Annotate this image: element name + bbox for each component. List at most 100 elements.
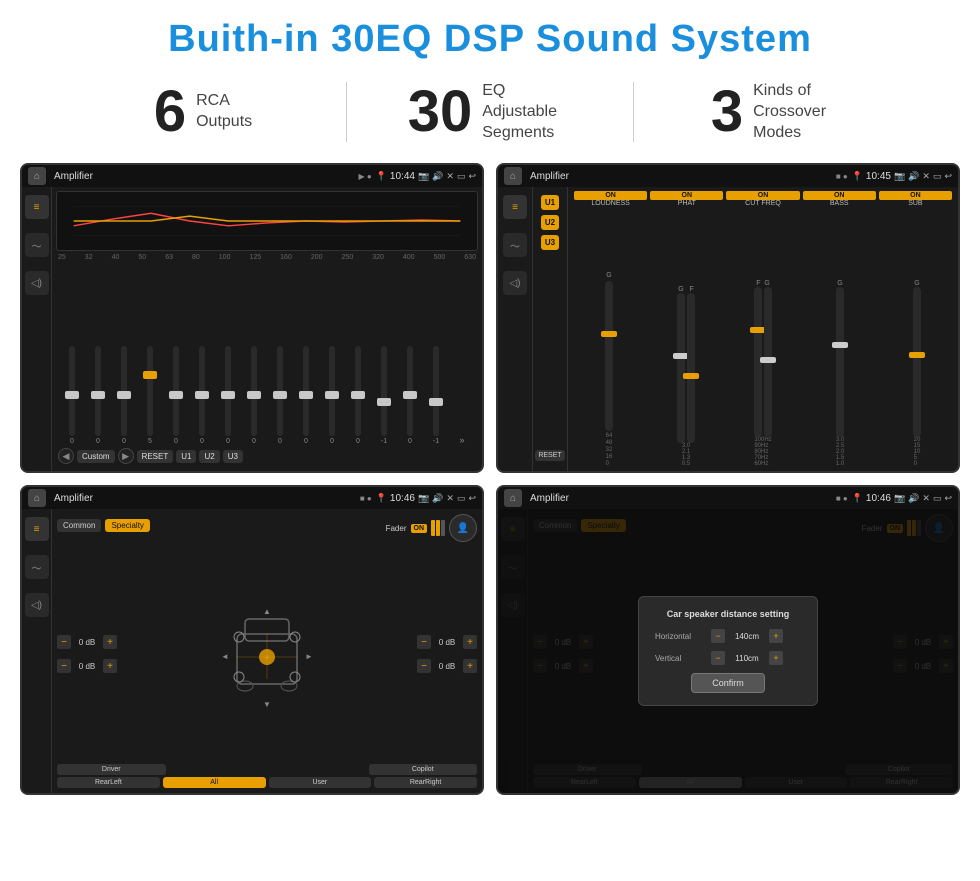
loudness-thumb[interactable] <box>601 331 617 337</box>
sub-thumb[interactable] <box>909 352 925 358</box>
phat-thumb-f[interactable] <box>683 373 699 379</box>
horizontal-minus-btn[interactable]: − <box>711 629 725 643</box>
wave-icon-2[interactable]: 〜 <box>503 233 527 257</box>
slider-track-14[interactable] <box>433 346 439 436</box>
cutfreq-track-g[interactable] <box>764 287 772 437</box>
slider-track-8[interactable] <box>277 346 283 436</box>
slider-thumb-6[interactable] <box>221 391 235 399</box>
u1-btn[interactable]: U1 <box>176 450 196 463</box>
u3-button[interactable]: U3 <box>541 235 559 250</box>
speaker-icon-3[interactable]: ◁) <box>25 593 49 617</box>
slider-track-3[interactable] <box>147 346 153 436</box>
slider-track-9[interactable] <box>303 346 309 436</box>
wave-icon-3[interactable]: 〜 <box>25 555 49 579</box>
rearright-btn[interactable]: RearRight <box>374 777 477 788</box>
slider-thumb-11[interactable] <box>351 391 365 399</box>
prev-btn[interactable]: ◀ <box>58 448 74 464</box>
slider-track-0[interactable] <box>69 346 75 436</box>
slider-thumb-13[interactable] <box>403 391 417 399</box>
home-icon-1[interactable]: ⌂ <box>28 167 46 185</box>
eq-slider-8[interactable]: 0 <box>268 346 292 445</box>
speaker-icon[interactable]: ◁) <box>25 271 49 295</box>
reset-btn[interactable]: RESET <box>137 450 174 463</box>
eq-slider-13[interactable]: 0 <box>398 346 422 445</box>
u3-btn[interactable]: U3 <box>223 450 243 463</box>
rearleft-btn[interactable]: RearLeft <box>57 777 160 788</box>
slider-track-13[interactable] <box>407 346 413 436</box>
u2-button[interactable]: U2 <box>541 215 559 230</box>
phat-track-g[interactable] <box>677 293 685 443</box>
slider-thumb-3[interactable] <box>143 371 157 379</box>
copilot-btn[interactable]: Copilot <box>369 764 478 775</box>
bass-thumb[interactable] <box>832 342 848 348</box>
db-minus-br[interactable]: − <box>417 659 431 673</box>
eq-slider-12[interactable]: -1 <box>372 346 396 445</box>
user-btn[interactable]: User <box>269 777 372 788</box>
eq-slider-6[interactable]: 0 <box>216 346 240 445</box>
slider-thumb-14[interactable] <box>429 398 443 406</box>
slider-thumb-1[interactable] <box>91 391 105 399</box>
slider-thumb-2[interactable] <box>117 391 131 399</box>
all-btn[interactable]: All <box>163 777 266 788</box>
custom-btn[interactable]: Custom <box>77 450 115 463</box>
eq-slider-14[interactable]: -1 <box>424 346 448 445</box>
slider-thumb-5[interactable] <box>195 391 209 399</box>
db-minus-bl[interactable]: − <box>57 659 71 673</box>
sub-track[interactable] <box>913 287 921 437</box>
slider-track-6[interactable] <box>225 346 231 436</box>
horizontal-plus-btn[interactable]: + <box>769 629 783 643</box>
eq-slider-9[interactable]: 0 <box>294 346 318 445</box>
eq-icon-3[interactable]: ≡ <box>25 517 49 541</box>
crossover-reset-btn[interactable]: RESET <box>535 450 564 461</box>
eq-icon-2[interactable]: ≡ <box>503 195 527 219</box>
slider-track-11[interactable] <box>355 346 361 436</box>
u2-btn[interactable]: U2 <box>199 450 219 463</box>
slider-thumb-0[interactable] <box>65 391 79 399</box>
tab-specialty[interactable]: Specialty <box>105 519 149 532</box>
bass-track[interactable] <box>836 287 844 437</box>
vertical-minus-btn[interactable]: − <box>711 651 725 665</box>
speaker-icon-2[interactable]: ◁) <box>503 271 527 295</box>
home-icon-3[interactable]: ⌂ <box>28 489 46 507</box>
cutfreq-thumb-g[interactable] <box>760 357 776 363</box>
eq-icon[interactable]: ≡ <box>25 195 49 219</box>
slider-thumb-8[interactable] <box>273 391 287 399</box>
eq-slider-11[interactable]: 0 <box>346 346 370 445</box>
db-plus-bl[interactable]: + <box>103 659 117 673</box>
sub-on[interactable]: ON <box>879 191 952 200</box>
wave-icon[interactable]: 〜 <box>25 233 49 257</box>
slider-thumb-7[interactable] <box>247 391 261 399</box>
db-minus-tr[interactable]: − <box>417 635 431 649</box>
driver-btn[interactable]: Driver <box>57 764 166 775</box>
slider-track-12[interactable] <box>381 346 387 436</box>
slider-track-1[interactable] <box>95 346 101 436</box>
bass-on[interactable]: ON <box>803 191 876 200</box>
slider-thumb-4[interactable] <box>169 391 183 399</box>
eq-slider-2[interactable]: 0 <box>112 346 136 445</box>
db-plus-tl[interactable]: + <box>103 635 117 649</box>
slider-track-5[interactable] <box>199 346 205 436</box>
slider-track-2[interactable] <box>121 346 127 436</box>
home-icon-2[interactable]: ⌂ <box>504 167 522 185</box>
fader-person-icon[interactable]: 👤 <box>449 514 477 542</box>
eq-slider-5[interactable]: 0 <box>190 346 214 445</box>
eq-slider-0[interactable]: 0 <box>60 346 84 445</box>
eq-slider-7[interactable]: 0 <box>242 346 266 445</box>
eq-slider-3[interactable]: 5 <box>138 346 162 445</box>
home-icon-4[interactable]: ⌂ <box>504 489 522 507</box>
slider-thumb-9[interactable] <box>299 391 313 399</box>
eq-slider-1[interactable]: 0 <box>86 346 110 445</box>
db-plus-tr[interactable]: + <box>463 635 477 649</box>
slider-track-10[interactable] <box>329 346 335 436</box>
vertical-plus-btn[interactable]: + <box>769 651 783 665</box>
cutfreq-on[interactable]: ON <box>726 191 799 200</box>
confirm-button[interactable]: Confirm <box>691 673 765 693</box>
u1-button[interactable]: U1 <box>541 195 559 210</box>
next-btn[interactable]: ▶ <box>118 448 134 464</box>
loudness-on[interactable]: ON <box>574 191 647 200</box>
tab-common[interactable]: Common <box>57 519 101 532</box>
slider-track-4[interactable] <box>173 346 179 436</box>
db-minus-tl[interactable]: − <box>57 635 71 649</box>
eq-slider-10[interactable]: 0 <box>320 346 344 445</box>
eq-slider-4[interactable]: 0 <box>164 346 188 445</box>
